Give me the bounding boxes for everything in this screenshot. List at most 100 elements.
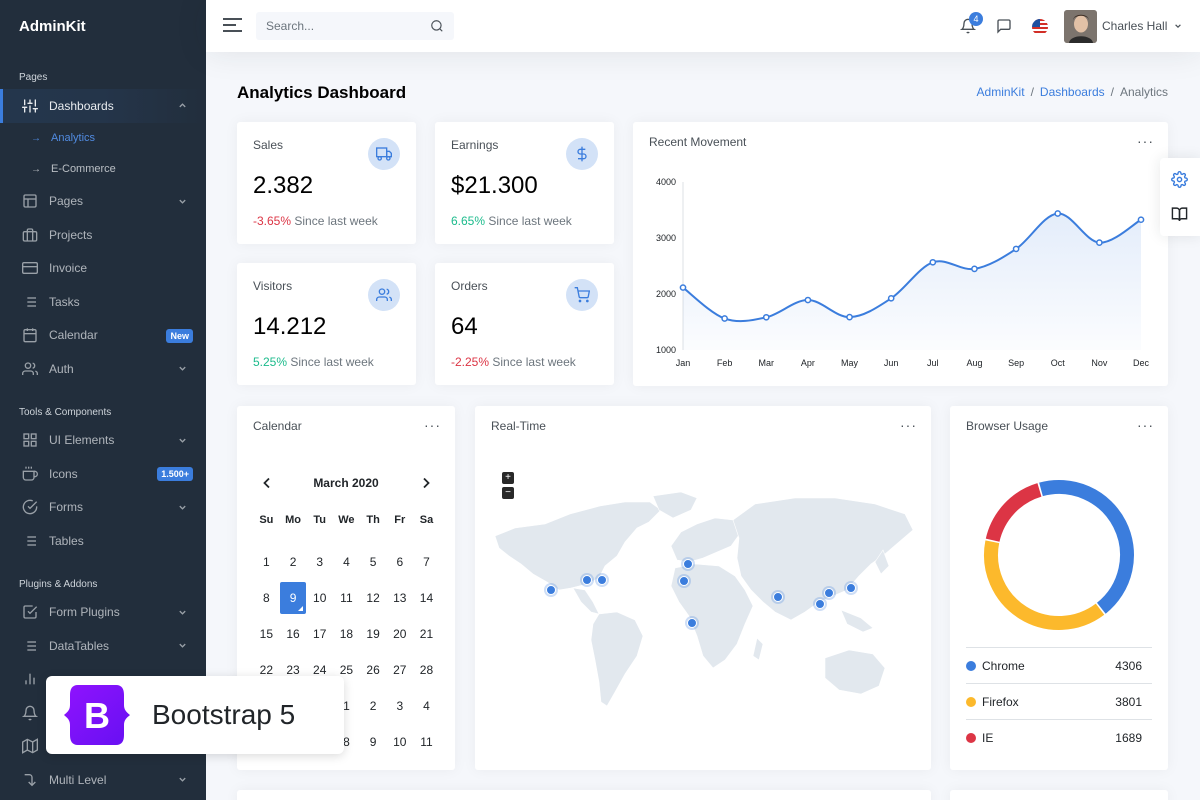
sidebar-item-tasks[interactable]: Tasks — [0, 285, 206, 319]
map-marker[interactable] — [683, 559, 693, 569]
sidebar-subitem-ecommerce[interactable]: → E-Commerce — [0, 154, 206, 185]
sidebar-item-invoice[interactable]: Invoice — [0, 252, 206, 286]
bootstrap-promo-badge: B Bootstrap 5 — [46, 676, 344, 754]
stat-value: 64 — [451, 313, 478, 340]
sidebar-item-label: Dashboards — [49, 98, 114, 113]
calendar-day[interactable]: 9 — [279, 582, 307, 614]
calendar-day[interactable]: 14 — [413, 580, 440, 616]
x-tick-label: Jan — [676, 358, 691, 368]
calendar-day[interactable]: 27 — [386, 652, 413, 688]
realtime-map-card: Real-Time ··· + − — [475, 406, 931, 770]
calendar-day[interactable]: 15 — [253, 616, 280, 652]
calendar-day[interactable]: 16 — [280, 616, 307, 652]
calendar-day[interactable]: 3 — [386, 688, 413, 724]
data-point — [804, 296, 812, 304]
sidebar-item-label: Icons — [49, 466, 78, 481]
brand-logo[interactable]: AdminKit — [0, 0, 206, 52]
chevron-down-icon[interactable] — [1174, 22, 1182, 30]
map-marker[interactable] — [846, 583, 856, 593]
search-input[interactable]: Search... — [256, 12, 454, 40]
stat-since: Since last week — [492, 355, 576, 369]
map-marker[interactable] — [679, 576, 689, 586]
calendar-day[interactable]: 13 — [386, 580, 413, 616]
chevron-right-icon[interactable] — [420, 477, 432, 489]
sidebar-item-datatables[interactable]: DataTables — [0, 629, 206, 663]
map-marker[interactable] — [597, 575, 607, 585]
map-marker[interactable] — [815, 599, 825, 609]
calendar-day[interactable]: 20 — [386, 616, 413, 652]
sidebar-item-projects[interactable]: Projects — [0, 218, 206, 252]
breadcrumb-adminkit[interactable]: AdminKit — [977, 85, 1025, 99]
calendar-day[interactable]: 6 — [386, 544, 413, 580]
sidebar-item-multi-level[interactable]: Multi Level — [0, 763, 206, 797]
map-marker[interactable] — [582, 575, 592, 585]
calendar-day[interactable]: 18 — [333, 616, 360, 652]
more-options-icon[interactable]: ··· — [1137, 417, 1154, 433]
sidebar-item-ui-elements[interactable]: UI Elements — [0, 424, 206, 458]
users-icon — [376, 288, 392, 301]
map-marker[interactable] — [687, 618, 697, 628]
x-tick-label: Jul — [927, 358, 939, 368]
calendar-day[interactable]: 4 — [333, 544, 360, 580]
recent-movement-card: Recent Movement ··· 1000 2000 3000 4000 Jan F… — [633, 122, 1168, 386]
series-area — [683, 213, 1141, 350]
sidebar-item-auth[interactable]: Auth — [0, 352, 206, 386]
calendar-day[interactable]: 11 — [413, 724, 440, 760]
calendar-day[interactable]: 7 — [413, 544, 440, 580]
calendar-day[interactable]: 28 — [413, 652, 440, 688]
x-tick-label: May — [841, 358, 859, 368]
calendar-day[interactable]: 21 — [413, 616, 440, 652]
us-flag-icon[interactable] — [1032, 19, 1048, 35]
card-title: Browser Usage — [966, 419, 1049, 433]
calendar-day[interactable]: 3 — [306, 544, 333, 580]
user-name[interactable]: Charles Hall — [1102, 19, 1167, 33]
calendar-day[interactable]: 2 — [280, 544, 307, 580]
calendar-day[interactable]: 11 — [333, 580, 360, 616]
book-open-icon[interactable] — [1171, 206, 1188, 223]
more-options-icon[interactable]: ··· — [424, 417, 441, 433]
map-marker[interactable] — [773, 592, 783, 602]
legend-row-ie: IE 1689 — [966, 719, 1152, 755]
stat-change: -3.65% — [253, 214, 292, 228]
map-marker[interactable] — [546, 585, 556, 595]
settings-icon[interactable] — [1171, 171, 1188, 188]
sidebar-subitem-analytics[interactable]: → Analytics — [0, 123, 206, 154]
map-marker[interactable] — [824, 588, 834, 598]
calendar-day[interactable]: 1 — [253, 544, 280, 580]
avatar[interactable] — [1064, 10, 1097, 43]
sidebar-item-label: DataTables — [49, 638, 110, 653]
sidebar-item-form-plugins[interactable]: Form Plugins — [0, 596, 206, 630]
stat-footer: -2.25% Since last week — [451, 355, 576, 369]
calendar-dow: Fr — [394, 514, 406, 526]
search-icon[interactable] — [430, 19, 444, 33]
calendar-day[interactable]: 2 — [360, 688, 387, 724]
calendar-day[interactable]: 8 — [253, 580, 280, 616]
calendar-day[interactable]: 10 — [306, 580, 333, 616]
calendar-day[interactable]: 17 — [306, 616, 333, 652]
sidebar-item-dashboards[interactable]: Dashboards — [0, 89, 206, 123]
calendar-day[interactable]: 5 — [360, 544, 387, 580]
credit-card-icon — [22, 262, 38, 275]
stat-label: Orders — [451, 279, 488, 293]
sidebar-item-pages[interactable]: Pages — [0, 185, 206, 219]
calendar-day[interactable]: 10 — [386, 724, 413, 760]
sidebar-item-tables[interactable]: Tables — [0, 524, 206, 558]
calendar-day[interactable]: 12 — [360, 580, 387, 616]
page-title-bold: Analytics — [237, 83, 313, 102]
calendar-day[interactable]: 19 — [360, 616, 387, 652]
legend-dot — [966, 696, 976, 707]
world-map[interactable] — [475, 406, 931, 770]
legend-value: 4306 — [1115, 658, 1142, 673]
calendar-dow: Su — [259, 514, 274, 526]
sidebar-item-icons[interactable]: Icons 1.500+ — [0, 457, 206, 491]
chevron-down-icon — [179, 777, 186, 782]
breadcrumb-dashboards[interactable]: Dashboards — [1040, 85, 1105, 99]
calendar-day[interactable]: 26 — [360, 652, 387, 688]
calendar-day[interactable]: 4 — [413, 688, 440, 724]
calendar-day[interactable]: 9 — [360, 724, 387, 760]
sidebar-item-calendar[interactable]: Calendar New — [0, 319, 206, 353]
hamburger-menu-icon[interactable] — [223, 17, 242, 33]
briefcase-icon — [22, 228, 38, 242]
message-square-icon[interactable] — [996, 18, 1012, 34]
sidebar-item-forms[interactable]: Forms — [0, 491, 206, 525]
